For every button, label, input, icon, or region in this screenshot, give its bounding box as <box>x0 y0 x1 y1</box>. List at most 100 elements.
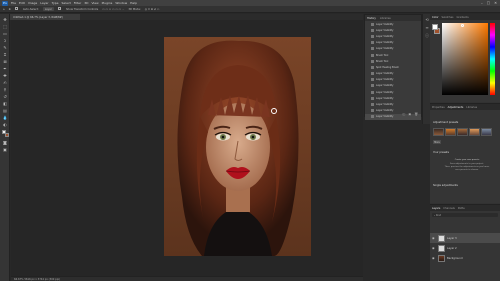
eye-icon[interactable]: ◉ <box>432 236 436 240</box>
tools-panel: ✥ ⬚ ▭ ↄ ✎ ⌗ ⊠ ✒ ✚ ✍ ⚲ ↺ ◧ ▤ 💧 ◐ ◙ ▣ <box>0 14 10 281</box>
new-snapshot-icon[interactable]: ◫ <box>403 112 406 116</box>
tab-libraries-right[interactable]: Libraries <box>466 106 477 109</box>
layer-thumbnail <box>438 234 445 242</box>
color-field-marker <box>461 24 464 27</box>
blur-tool-icon[interactable]: 💧 <box>2 115 8 120</box>
hue-slider[interactable] <box>490 23 495 95</box>
eye-icon[interactable]: ◉ <box>432 246 436 250</box>
trash-icon[interactable]: 🗑 <box>414 112 418 116</box>
preset-thumbnail[interactable] <box>445 128 456 136</box>
layer-row[interactable]: ◉ Background <box>430 253 500 263</box>
history-item-label: Layer Visibility <box>376 47 394 51</box>
menu-help[interactable]: Help <box>130 1 137 5</box>
color-field[interactable] <box>442 23 488 95</box>
menu-file[interactable]: File <box>11 1 16 5</box>
tab-history[interactable]: History <box>367 17 376 20</box>
history-list: Layer Visibility Layer Visibility Layer … <box>365 21 421 120</box>
menu-image[interactable]: Image <box>28 1 37 5</box>
history-step-icon <box>371 59 374 63</box>
menu-view[interactable]: View <box>91 1 98 5</box>
auto-select-target-dropdown[interactable]: Layer <box>42 7 54 11</box>
healing-brush-tool-icon[interactable]: ✚ <box>2 73 8 78</box>
more-presets-button[interactable]: More <box>433 140 441 144</box>
home-icon[interactable]: ⌂ <box>3 8 5 11</box>
single-adjustments-heading[interactable]: Single adjustments <box>433 184 458 187</box>
history-panel: History Libraries Layer Visibility Layer… <box>364 14 422 120</box>
menu-filter[interactable]: Filter <box>74 1 81 5</box>
clone-stamp-tool-icon[interactable]: ⚲ <box>2 87 8 92</box>
close-icon[interactable]: ✕ <box>494 1 497 5</box>
tab-properties[interactable]: Properties <box>432 106 445 109</box>
document-canvas[interactable] <box>164 37 311 256</box>
history-item-label: Layer Visibility <box>376 72 394 76</box>
minimize-icon[interactable]: – <box>481 1 483 5</box>
history-step-icon <box>371 96 374 100</box>
history-item-label: Brush Tool <box>376 59 389 63</box>
layer-row[interactable]: ◉ Layer 2 <box>430 243 500 253</box>
tab-adjustments[interactable]: Adjustments <box>448 106 464 109</box>
menu-layer[interactable]: Layer <box>40 1 48 5</box>
your-presets-heading[interactable]: Your presets <box>433 151 449 154</box>
screen-mode-icon[interactable]: ▣ <box>2 147 8 152</box>
align-icons[interactable]: ▭ ▭ ▭ ▭ ▭ ▭ ··· <box>102 8 124 11</box>
panel-icon-strip: ⟲ ≡ ⓘ <box>422 14 430 124</box>
tab-swatches[interactable]: Swatches <box>442 16 454 19</box>
eyedropper-tool-icon[interactable]: ✒ <box>2 66 8 71</box>
history-brush-tool-icon[interactable]: ↺ <box>2 94 8 99</box>
preset-thumbnail[interactable] <box>433 128 444 136</box>
frame-tool-icon[interactable]: ⊠ <box>2 59 8 64</box>
brush-tool-icon[interactable]: ✍ <box>2 80 8 85</box>
quick-select-tool-icon[interactable]: ✎ <box>2 45 8 50</box>
show-transform-checkbox[interactable] <box>57 7 62 11</box>
tab-color[interactable]: Color <box>432 16 439 19</box>
menu-edit[interactable]: Edit <box>19 1 25 5</box>
3d-mode-label: 3D Mode: <box>128 7 141 11</box>
marquee-tool-icon[interactable]: ▭ <box>2 31 8 36</box>
options-bar: ⌂ ✥ Auto-Select: Layer Show Transform Co… <box>0 6 500 13</box>
lasso-tool-icon[interactable]: ↄ <box>2 38 8 43</box>
artboard-tool-icon[interactable]: ⬚ <box>2 24 8 29</box>
color-swatches[interactable] <box>2 130 9 137</box>
foreground-color-chip[interactable] <box>432 24 438 30</box>
layer-thumbnail <box>438 254 445 262</box>
3d-mode-icons[interactable]: ◎ ⟳ ✥ ⇄ ▭ <box>145 8 160 11</box>
foreground-color-swatch[interactable] <box>2 130 6 134</box>
eye-icon[interactable]: ◉ <box>432 256 436 260</box>
auto-select-checkbox[interactable] <box>14 7 19 11</box>
maximize-icon[interactable]: □ <box>487 1 490 5</box>
menu-plugins[interactable]: Plugins <box>102 1 113 5</box>
history-item-label: Layer Visibility <box>376 78 394 82</box>
menu-select[interactable]: Select <box>62 1 71 5</box>
menu-3d[interactable]: 3D <box>84 1 88 5</box>
layer-filter-label: Kind <box>436 213 442 217</box>
portrait-image <box>177 40 299 256</box>
history-step-icon <box>371 90 374 94</box>
dodge-tool-icon[interactable]: ◐ <box>2 122 8 127</box>
gradient-tool-icon[interactable]: ▤ <box>2 108 8 113</box>
photoshop-logo: Ps <box>2 0 8 6</box>
history-step-icon <box>371 47 374 51</box>
tab-paths[interactable]: Paths <box>458 207 465 210</box>
eraser-tool-icon[interactable]: ◧ <box>2 101 8 106</box>
history-item-label: Brush Tool <box>376 53 389 57</box>
preset-thumbnail[interactable] <box>457 128 468 136</box>
tab-channels[interactable]: Channels <box>443 207 455 210</box>
tab-gradients[interactable]: Gradients <box>456 16 468 19</box>
layer-filter-dropdown[interactable]: ⌕ Kind <box>432 213 498 217</box>
tab-libraries[interactable]: Libraries <box>380 17 391 20</box>
tab-layers[interactable]: Layers <box>432 207 440 210</box>
preset-thumbnail[interactable] <box>469 128 480 136</box>
move-tool-icon[interactable]: ✥ <box>9 8 11 11</box>
quick-mask-icon[interactable]: ◙ <box>2 140 8 145</box>
menu-type[interactable]: Type <box>52 1 59 5</box>
move-tool-icon[interactable]: ✥ <box>2 17 8 22</box>
preset-thumbnail[interactable] <box>481 128 492 136</box>
color-panel: Color Swatches Gradients <box>430 14 500 102</box>
camera-icon[interactable]: ▣ <box>408 112 411 116</box>
adjustment-presets-heading[interactable]: Adjustment presets <box>433 121 458 124</box>
auto-select-label: Auto-Select: <box>22 7 39 11</box>
history-item-label: Layer Visibility <box>376 90 394 94</box>
layer-row[interactable]: ◉ Layer 3 <box>430 233 500 243</box>
menu-window[interactable]: Window <box>115 1 127 5</box>
crop-tool-icon[interactable]: ⌗ <box>2 52 8 57</box>
